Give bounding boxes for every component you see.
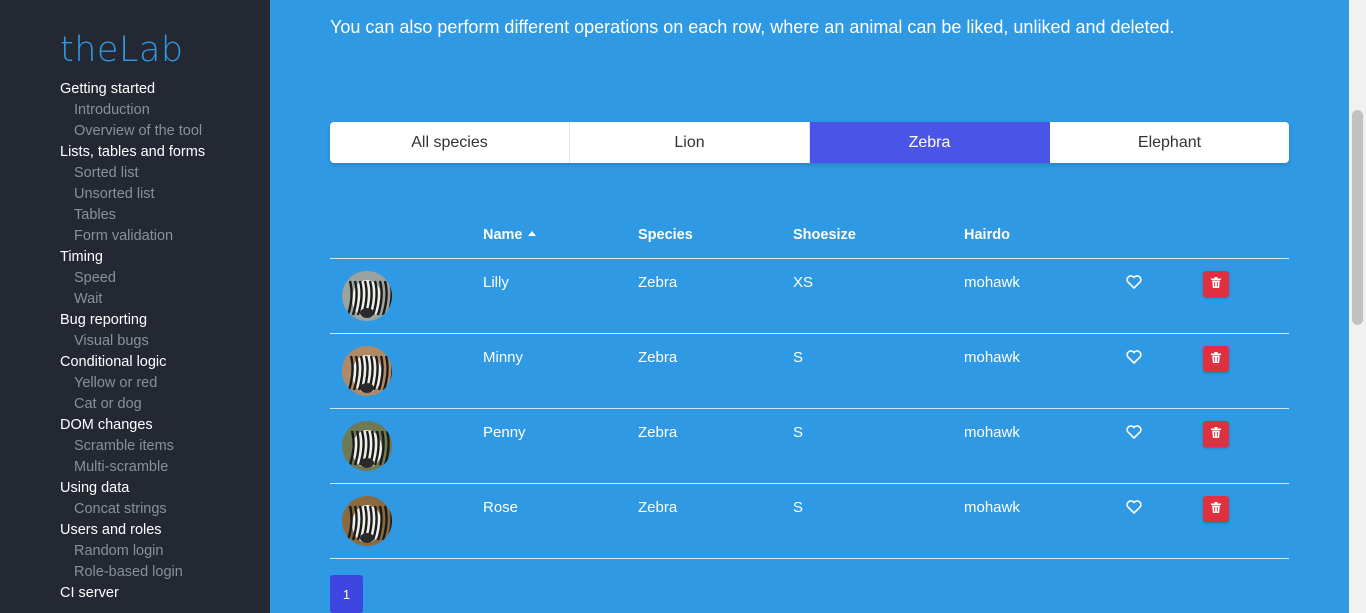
heart-outline-icon[interactable] bbox=[1126, 350, 1142, 364]
nav-section[interactable]: Using data bbox=[60, 478, 205, 499]
cell-name: Penny bbox=[483, 424, 526, 441]
tab-zebra[interactable]: Zebra bbox=[810, 122, 1050, 163]
animal-avatar bbox=[342, 421, 392, 471]
animal-avatar bbox=[342, 346, 392, 396]
nav-section[interactable]: Conditional logic bbox=[60, 352, 205, 373]
brand-logo[interactable]: theLab bbox=[60, 30, 184, 70]
cell-shoesize: S bbox=[793, 499, 804, 516]
nav-item[interactable]: Cat or dog bbox=[60, 394, 205, 415]
cell-shoesize: S bbox=[793, 424, 804, 441]
nav-item[interactable]: Role-based login bbox=[60, 562, 205, 583]
cell-shoesize: XS bbox=[793, 274, 814, 291]
nav-item[interactable]: Random login bbox=[60, 541, 205, 562]
nav-item[interactable]: Form validation bbox=[60, 226, 205, 247]
nav-section[interactable]: CI server bbox=[60, 583, 205, 604]
column-header-hairdo[interactable]: Hairdo bbox=[964, 227, 1010, 243]
animal-avatar bbox=[342, 271, 392, 321]
table-row: Penny Zebra Smohawk bbox=[330, 409, 1289, 484]
trash-icon bbox=[1211, 425, 1221, 443]
table-row: Rose Zebra Smohawk bbox=[330, 484, 1289, 559]
heart-outline-icon[interactable] bbox=[1126, 425, 1142, 439]
scrollbar[interactable] bbox=[1349, 0, 1366, 613]
nav-item[interactable]: Overview of the tool bbox=[60, 121, 205, 142]
nav-section[interactable]: Bug reporting bbox=[60, 310, 205, 331]
table-header: Name Species Shoesize Hairdo bbox=[330, 222, 1289, 259]
nav-item[interactable]: Wait bbox=[60, 289, 205, 310]
sort-ascending-icon bbox=[527, 231, 536, 236]
heart-outline-icon[interactable] bbox=[1126, 275, 1142, 289]
delete-button[interactable] bbox=[1203, 496, 1229, 522]
pagination-page-button[interactable]: 1 bbox=[330, 575, 363, 613]
nav-section[interactable]: Users and roles bbox=[60, 520, 205, 541]
nav-item[interactable]: Multi-scramble bbox=[60, 457, 205, 478]
nav-item[interactable]: Speed bbox=[60, 268, 205, 289]
nav-item[interactable]: Scramble items bbox=[60, 436, 205, 457]
cell-hairdo: mohawk bbox=[964, 499, 1020, 516]
table-row: Lilly Zebra XS mohawk bbox=[330, 259, 1289, 334]
cell-species: Zebra bbox=[638, 499, 678, 516]
species-tabs: All species Lion Zebra Elephant bbox=[330, 122, 1289, 163]
nav-item[interactable]: Concat strings bbox=[60, 499, 205, 520]
cell-name: Rose bbox=[483, 499, 519, 516]
trash-icon bbox=[1211, 350, 1221, 368]
nav-section[interactable]: Getting started bbox=[60, 79, 205, 100]
nav-item[interactable]: Unsorted list bbox=[60, 184, 205, 205]
tab-lion[interactable]: Lion bbox=[570, 122, 810, 163]
scrollbar-thumb[interactable] bbox=[1352, 110, 1363, 325]
cell-species: Zebra bbox=[638, 349, 678, 366]
cell-hairdo: mohawk bbox=[964, 424, 1020, 441]
trash-icon bbox=[1211, 275, 1221, 293]
cell-hairdo: mohawk bbox=[964, 274, 1020, 291]
cell-species: Zebra bbox=[638, 424, 678, 441]
trash-icon bbox=[1211, 500, 1221, 518]
sidebar-nav: Getting started Introduction Overview of t… bbox=[60, 79, 205, 604]
cell-name: Minny bbox=[483, 349, 524, 366]
cell-name: Lilly bbox=[483, 274, 509, 291]
delete-button[interactable] bbox=[1203, 271, 1229, 297]
nav-item[interactable]: Introduction bbox=[60, 100, 205, 121]
nav-item[interactable]: Sorted list bbox=[60, 163, 205, 184]
column-header-shoesize[interactable]: Shoesize bbox=[793, 227, 856, 243]
nav-item[interactable]: Tables bbox=[60, 205, 205, 226]
cell-species: Zebra bbox=[638, 274, 678, 291]
table-row: Minny Zebra Smohawk bbox=[330, 334, 1289, 409]
intro-text: You can also perform different operation… bbox=[330, 17, 1175, 37]
delete-button[interactable] bbox=[1203, 346, 1229, 372]
nav-section[interactable]: Timing bbox=[60, 247, 205, 268]
nav-section[interactable]: DOM changes bbox=[60, 415, 205, 436]
tab-elephant[interactable]: Elephant bbox=[1050, 122, 1289, 163]
sidebar: theLab Getting started Introduction Overvi… bbox=[0, 0, 270, 613]
heart-outline-icon[interactable] bbox=[1126, 500, 1142, 514]
delete-button[interactable] bbox=[1203, 421, 1229, 447]
nav-item[interactable]: Yellow or red bbox=[60, 373, 205, 394]
column-header-species[interactable]: Species bbox=[638, 227, 693, 243]
animal-avatar bbox=[342, 496, 392, 546]
table-body: Lilly Zebra XS mohawk Minny Zebra Smohawk Penny… bbox=[330, 259, 1289, 559]
tab-all-species[interactable]: All species bbox=[330, 122, 570, 163]
column-header-name[interactable]: Name bbox=[483, 227, 536, 243]
cell-hairdo: mohawk bbox=[964, 349, 1020, 366]
animals-table: Name Species Shoesize Hairdo Lilly Zebra X… bbox=[330, 222, 1289, 559]
nav-section[interactable]: Lists, tables and forms bbox=[60, 142, 205, 163]
nav-item[interactable]: Visual bugs bbox=[60, 331, 205, 352]
cell-shoesize: S bbox=[793, 349, 804, 366]
